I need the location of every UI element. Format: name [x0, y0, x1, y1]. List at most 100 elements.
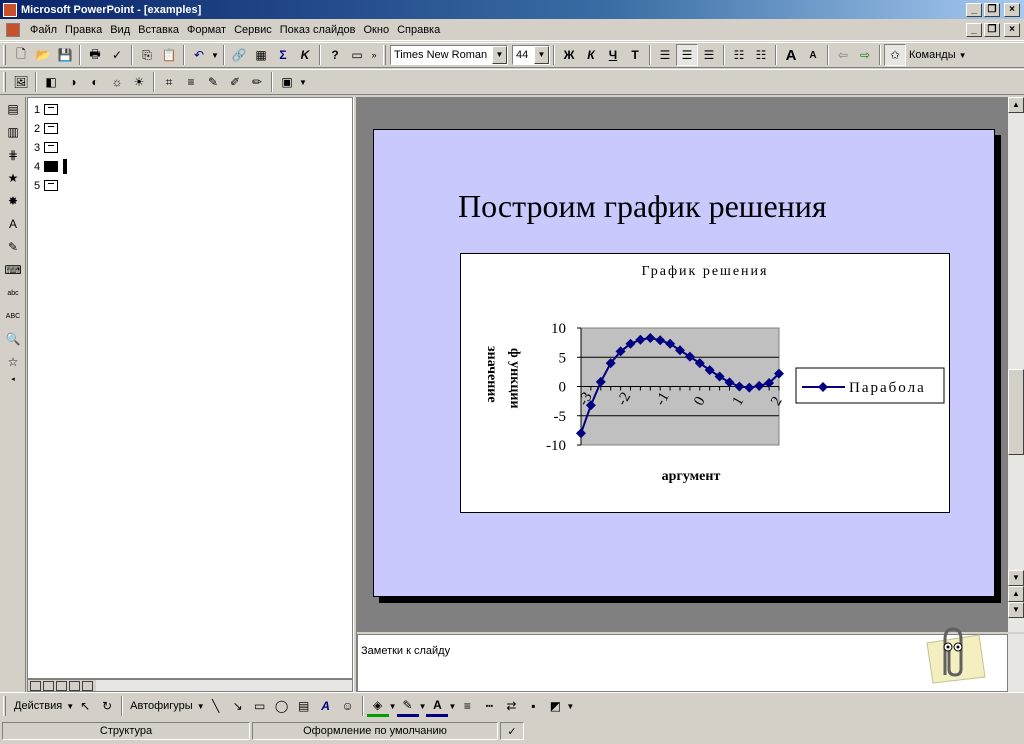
toolbar-more-icon[interactable]: »	[368, 44, 380, 66]
print-icon[interactable]: 🖶	[84, 44, 106, 66]
italic-k-icon[interactable]: K	[294, 44, 316, 66]
close-button[interactable]: ×	[1004, 2, 1020, 17]
save-icon[interactable]: 💾	[54, 44, 76, 66]
keyboard-icon[interactable]: ⌨	[2, 259, 24, 281]
underline-button[interactable]: Ч	[602, 44, 624, 66]
toolbar-grip-3[interactable]	[3, 72, 6, 92]
align-left-icon[interactable]: ☰	[654, 44, 676, 66]
menu-tools[interactable]: Сервис	[230, 24, 276, 36]
menu-window[interactable]: Окно	[360, 24, 394, 36]
clipart-icon[interactable]: ☺	[337, 695, 359, 717]
slide-sorter-icon[interactable]	[69, 680, 80, 691]
line-color-dropdown-icon[interactable]: ▼	[419, 702, 427, 711]
menu-format[interactable]: Формат	[183, 24, 230, 36]
toolbar-grip-2[interactable]	[383, 45, 386, 65]
undo-dropdown-icon[interactable]: ▼	[210, 44, 220, 66]
previous-slide-icon[interactable]: ▲	[1008, 586, 1024, 602]
select-pointer-icon[interactable]: ↖	[74, 695, 96, 717]
normal-view-icon[interactable]	[30, 680, 41, 691]
line-color-icon[interactable]: ✎	[396, 695, 419, 717]
font-color-dropdown-icon[interactable]: ▼	[448, 702, 456, 711]
slide-vertical-scrollbar[interactable]: ▲ ▼ ▲ ▼	[1008, 97, 1024, 632]
more-contrast-icon[interactable]: ◑	[62, 71, 84, 93]
font-name-dropdown-icon[interactable]: ▼	[492, 46, 507, 64]
notes-scrollbar[interactable]	[1008, 634, 1024, 692]
next-slide-icon[interactable]: ▼	[1008, 602, 1024, 618]
promote-outline-icon[interactable]: ⋕	[2, 144, 24, 166]
doc-restore-button[interactable]: ❐	[984, 22, 1000, 37]
undo-icon[interactable]: ↶	[188, 44, 210, 66]
reset-picture-icon[interactable]: ▣	[276, 71, 298, 93]
minimize-button[interactable]: _	[966, 2, 982, 17]
dash-style-icon[interactable]: ┅	[478, 695, 500, 717]
slide-icon[interactable]	[44, 161, 59, 172]
format-picture-icon[interactable]: ✐	[224, 71, 246, 93]
find-icon[interactable]: 🔍	[2, 328, 24, 350]
slide-view-button-icon[interactable]	[56, 680, 67, 691]
slide-icon[interactable]	[44, 142, 59, 153]
arrow-icon[interactable]: ↘	[227, 695, 249, 717]
demote-icon[interactable]: ⇨	[854, 44, 876, 66]
free-rotate-icon[interactable]: ↻	[96, 695, 118, 717]
shadow-icon[interactable]: ▪	[522, 695, 544, 717]
menu-file[interactable]: Файл	[26, 24, 61, 36]
more-brightness-icon[interactable]: ☼	[106, 71, 128, 93]
slide-view-icon[interactable]: ▤	[2, 98, 24, 120]
bold-button[interactable]: Ж	[558, 44, 580, 66]
crop-icon[interactable]: ⌗	[158, 71, 180, 93]
autoshapes-dropdown-icon[interactable]: ▼	[197, 702, 205, 711]
numbered-list-icon[interactable]: ☷	[728, 44, 750, 66]
menu-insert[interactable]: Вставка	[134, 24, 183, 36]
increase-font-icon[interactable]: A	[780, 44, 802, 66]
promote-icon[interactable]: ⇦	[832, 44, 854, 66]
slide-icon[interactable]	[44, 104, 59, 115]
wordart-icon[interactable]: A	[315, 695, 337, 717]
menu-view[interactable]: Вид	[106, 24, 134, 36]
outline-slide-item[interactable]: 2	[28, 119, 352, 138]
commands-dropdown-icon[interactable]: ▼	[959, 51, 967, 60]
chart-object[interactable]: 10 5 0 -5 -10 -3 -2 -1 0 1 2 Парабола График решени…	[460, 253, 950, 513]
text-effect-icon[interactable]: A	[2, 213, 24, 235]
bullet-list-icon[interactable]: ☷	[750, 44, 772, 66]
font-name-combo[interactable]: Times New Roman ▼	[390, 45, 508, 65]
summary-star-icon[interactable]: ☆	[2, 351, 24, 373]
toolbar-grip[interactable]	[3, 45, 6, 65]
autoshapes-menu[interactable]: Автофигуры	[126, 700, 197, 712]
notes-page-icon[interactable]: ▭	[346, 44, 368, 66]
animation-effects-icon[interactable]: ✩	[884, 44, 906, 66]
line-style-draw-icon[interactable]: ≡	[456, 695, 478, 717]
slide-title[interactable]: Построим график решения	[458, 188, 827, 225]
fill-dropdown-icon[interactable]: ▼	[389, 702, 397, 711]
decrease-font-icon[interactable]: A	[802, 44, 824, 66]
commands-menu[interactable]: Команды	[909, 49, 956, 61]
image-control-icon[interactable]: ◧	[40, 71, 62, 93]
spelling-status-icon[interactable]: ✓	[500, 722, 524, 740]
font-color-icon[interactable]: A	[426, 695, 449, 717]
less-contrast-icon[interactable]: ◐	[84, 71, 106, 93]
star-icon[interactable]: ★	[2, 167, 24, 189]
toolbar-grip-4[interactable]	[3, 696, 6, 716]
outline-pane[interactable]: 1 2 3 4 5	[27, 97, 353, 679]
burst-icon[interactable]: ✸	[2, 190, 24, 212]
help-icon[interactable]: ?	[324, 44, 346, 66]
rectangle-icon[interactable]: ▭	[249, 695, 271, 717]
3d-icon[interactable]: ◩	[544, 695, 566, 717]
notes-pane[interactable]: Заметки к слайду	[357, 627, 1008, 692]
scroll-up-icon[interactable]: ▲	[1008, 97, 1024, 113]
new-document-icon[interactable]: 🗋	[10, 44, 32, 66]
hyperlink-icon[interactable]: 🔗	[228, 44, 250, 66]
open-folder-icon[interactable]: 📂	[32, 44, 54, 66]
spelling-icon[interactable]: ✓	[106, 44, 128, 66]
slide[interactable]: Построим график решения 10 5 0 -5 -10 -3 -2 -1 0…	[373, 129, 995, 597]
set-transparent-icon[interactable]: ✏	[246, 71, 268, 93]
align-center-icon[interactable]: ☰	[676, 44, 698, 66]
strip-more-icon[interactable]: ◂	[2, 374, 24, 384]
scroll-down-icon[interactable]: ▼	[1008, 570, 1024, 586]
document-icon[interactable]	[6, 22, 20, 37]
italic-button[interactable]: К	[580, 44, 602, 66]
scroll-thumb[interactable]	[1008, 369, 1024, 455]
menu-slideshow[interactable]: Показ слайдов	[276, 24, 360, 36]
actions-menu[interactable]: Действия	[10, 700, 66, 712]
autosum-icon[interactable]: Σ	[272, 44, 294, 66]
maximize-button[interactable]: ❐	[984, 2, 1000, 17]
